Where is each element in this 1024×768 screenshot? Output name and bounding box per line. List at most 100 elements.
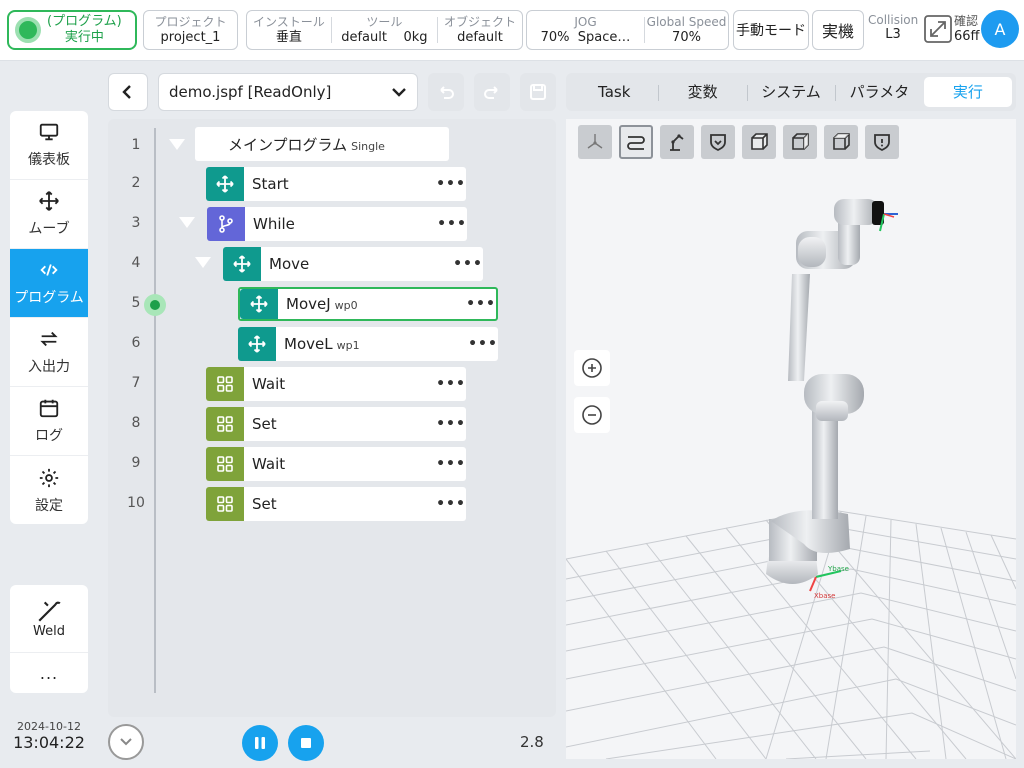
grid-node-icon (206, 367, 244, 401)
node-name: Wait (252, 455, 286, 473)
node-waypoint: wp0 (334, 299, 358, 312)
node-name: Set (252, 495, 277, 513)
node-name: Set (252, 415, 277, 433)
collapse-panel-button[interactable] (108, 724, 144, 760)
node-menu-button[interactable]: ••• (466, 296, 496, 312)
global-speed-label: Global Speed (646, 14, 727, 29)
line-number: 8 (131, 415, 141, 431)
view-iso-button[interactable] (578, 125, 612, 159)
grid-node-icon (206, 487, 244, 521)
collapse-triangle-icon[interactable] (179, 217, 195, 228)
node-name: MoveL (284, 335, 333, 353)
avatar[interactable]: A (981, 10, 1019, 48)
project-label: プロジェクト (154, 14, 227, 29)
program-node-wait[interactable]: Wait ••• (206, 367, 466, 401)
sidebar-item-label: 入出力 (28, 359, 70, 375)
confirm-indicator: 確認 66ff (954, 14, 980, 44)
tab-task[interactable]: Task (570, 77, 658, 107)
sidebar-item-settings[interactable]: 設定 (10, 456, 88, 524)
node-menu-button[interactable]: ••• (453, 256, 483, 272)
sidebar-item-dashboard[interactable]: 儀表板 (10, 111, 88, 180)
manual-mode-button[interactable]: 手動モード (733, 10, 809, 50)
cube-top-view-button[interactable] (824, 125, 858, 159)
node-menu-button[interactable]: ••• (436, 416, 466, 432)
zoom-out-button[interactable] (574, 397, 610, 433)
program-node-movej[interactable]: MoveJ wp0 ••• (238, 287, 498, 321)
move-node-icon (240, 289, 278, 319)
sidebar-item-label: 設定 (35, 497, 63, 514)
cube-side-view-button[interactable] (783, 125, 817, 159)
robot-3d-view[interactable]: Ybase Xbase (566, 119, 1016, 759)
root-tag: Single (351, 139, 385, 153)
gear-icon (39, 468, 59, 487)
node-menu-button[interactable]: ••• (437, 216, 467, 232)
collapse-triangle-icon[interactable] (195, 257, 211, 268)
tab-system[interactable]: システム (746, 77, 835, 107)
sidebar-item-move[interactable]: ムーブ (10, 180, 88, 249)
collapse-triangle-icon[interactable] (169, 139, 185, 150)
safety-view-button[interactable] (701, 125, 735, 159)
line-number: 3 (131, 215, 141, 231)
alert-view-button[interactable] (865, 125, 899, 159)
move-node-icon (238, 327, 276, 361)
node-name: MoveJ (286, 295, 331, 313)
program-root-node[interactable]: メインプログラム Single (195, 127, 449, 161)
node-menu-button[interactable]: ••• (468, 336, 498, 352)
monitor-icon (39, 123, 59, 141)
program-node-set[interactable]: Set ••• (206, 487, 466, 521)
sidebar-item-io[interactable]: 入出力 (10, 318, 88, 387)
node-menu-button[interactable]: ••• (436, 176, 466, 192)
jog-speed-group[interactable]: JOG 70% Space… Global Speed 70% (526, 10, 729, 50)
program-node-start[interactable]: Start ••• (206, 167, 466, 201)
sidebar-item-log[interactable]: ログ (10, 387, 88, 456)
install-tool-object-group[interactable]: インストール 垂直 ツール default 0kg オブジェクト default (246, 10, 523, 50)
sidebar-item-label: 儀表板 (28, 152, 70, 168)
tab-parameters[interactable]: パラメタ (835, 77, 923, 107)
node-menu-button[interactable]: ••• (436, 496, 466, 512)
move-node-icon (206, 167, 244, 201)
root-name: メインプログラム (228, 135, 348, 154)
cube-front-icon (751, 133, 768, 150)
node-menu-button[interactable]: ••• (436, 376, 466, 392)
clock-date: 2024-10-12 (17, 720, 81, 733)
cube-side-icon (792, 133, 809, 150)
line-number: 7 (131, 375, 141, 391)
sidebar-more-button[interactable]: ... (10, 653, 88, 693)
program-node-while[interactable]: While ••• (207, 207, 467, 241)
tab-run[interactable]: 実行 (923, 77, 1013, 107)
robot-view-button[interactable] (660, 125, 694, 159)
undo-button[interactable] (428, 73, 464, 111)
project-selector[interactable]: プロジェクト project_1 (143, 10, 238, 50)
expand-icon[interactable] (924, 15, 952, 43)
pause-button[interactable] (242, 725, 278, 761)
node-menu-button[interactable]: ••• (436, 456, 466, 472)
sidebar-item-label: プログラム (14, 290, 84, 306)
stop-button[interactable] (288, 725, 324, 761)
cube-front-view-button[interactable] (742, 125, 776, 159)
sidebar-item-label: ログ (35, 428, 63, 444)
line-number: 4 (131, 255, 141, 271)
collision-level[interactable]: Collision L3 (868, 13, 918, 42)
status-line-2: 実行中 (64, 30, 104, 45)
sidebar-item-program[interactable]: プログラム (10, 249, 88, 318)
path-view-button[interactable] (619, 125, 653, 159)
program-node-wait[interactable]: Wait ••• (206, 447, 466, 481)
zoom-in-button[interactable] (574, 350, 610, 386)
tab-variables[interactable]: 変数 (658, 77, 746, 107)
real-machine-button[interactable]: 実機 (812, 10, 864, 50)
save-button[interactable] (520, 73, 556, 111)
back-button[interactable] (108, 73, 148, 111)
program-node-move[interactable]: Move ••• (223, 247, 483, 281)
program-node-movel[interactable]: MoveL wp1 ••• (238, 327, 498, 361)
branch-icon (207, 207, 245, 241)
sidebar-item-weld[interactable]: Weld (10, 585, 88, 653)
right-panel-tabs: Task 変数 システム パラメタ 実行 (566, 73, 1016, 111)
file-name: demo.jspf [ReadOnly] (169, 83, 332, 101)
x-axis-label: Xbase (814, 592, 835, 600)
chevron-down-circle-icon (120, 738, 132, 746)
program-node-set[interactable]: Set ••• (206, 407, 466, 441)
redo-button[interactable] (474, 73, 510, 111)
top-bar: (プログラム) 実行中 プロジェクト project_1 インストール 垂直 ツ… (0, 0, 1024, 61)
file-selector[interactable]: demo.jspf [ReadOnly] (158, 73, 418, 111)
run-status-indicator[interactable]: (プログラム) 実行中 (7, 10, 137, 50)
